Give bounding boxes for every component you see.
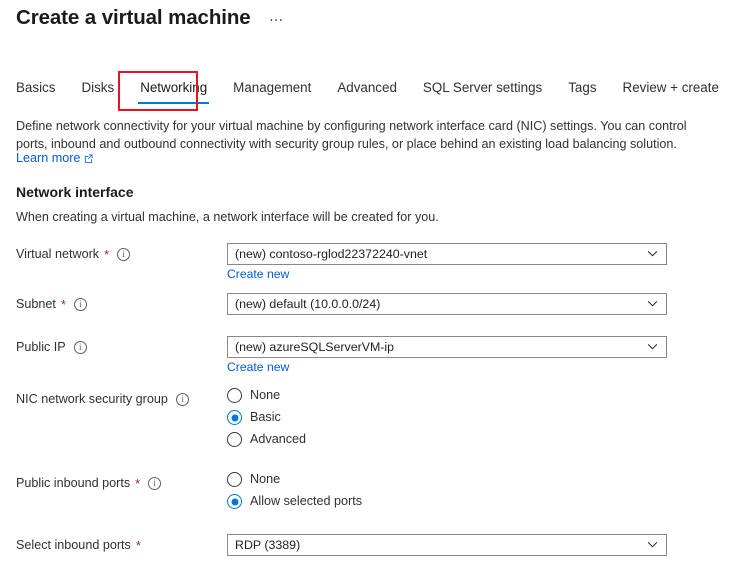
- required-asterisk: *: [135, 476, 141, 491]
- control-nic-network-security-group: None Basic Advanced: [227, 388, 669, 447]
- public-ip-dropdown[interactable]: (new) azureSQLServerVM-ip: [227, 336, 667, 358]
- control-subnet: (new) default (10.0.0.0/24): [227, 293, 669, 315]
- radio-button-selected-icon: [227, 494, 242, 509]
- tab-basics[interactable]: Basics: [16, 78, 68, 106]
- radio-button-selected-icon: [227, 410, 242, 425]
- control-virtual-network: (new) contoso-rglod22372240-vnet Create …: [227, 243, 669, 283]
- public-inbound-ports-label-text: Public inbound ports: [16, 476, 131, 490]
- control-select-inbound-ports: RDP (3389): [227, 534, 669, 556]
- nic-nsg-radio-group: None Basic Advanced: [227, 388, 669, 447]
- info-icon[interactable]: i: [175, 392, 189, 406]
- radio-label: None: [250, 388, 281, 402]
- row-public-inbound-ports: Public inbound ports * i None Allow sele…: [0, 472, 737, 534]
- section-subtitle: When creating a virtual machine, a netwo…: [16, 210, 439, 224]
- info-icon[interactable]: i: [148, 476, 162, 490]
- tab-bar: Basics Disks Networking Management Advan…: [16, 78, 732, 106]
- chevron-down-icon: [647, 542, 658, 549]
- label-public-ip: Public IP i: [0, 336, 227, 358]
- radio-label: Advanced: [250, 432, 307, 446]
- label-public-inbound-ports: Public inbound ports * i: [0, 472, 227, 494]
- external-link-icon: [84, 154, 93, 163]
- tab-review-create[interactable]: Review + create: [610, 78, 732, 106]
- control-public-ip: (new) azureSQLServerVM-ip Create new: [227, 336, 669, 376]
- select-inbound-ports-value: RDP (3389): [235, 538, 301, 552]
- radio-button-icon: [227, 472, 242, 487]
- public-ip-label-text: Public IP: [16, 340, 66, 354]
- nic-nsg-label-text: NIC network security group: [16, 392, 168, 406]
- required-asterisk: *: [104, 247, 110, 262]
- chevron-down-icon: [647, 301, 658, 308]
- control-public-inbound-ports: None Allow selected ports: [227, 472, 669, 509]
- intro-description: Define network connectivity for your vir…: [16, 119, 687, 151]
- section-title-network-interface: Network interface: [16, 184, 134, 200]
- radio-nic-nsg-basic[interactable]: Basic: [227, 410, 669, 425]
- required-asterisk: *: [60, 297, 66, 312]
- networking-form: Virtual network * i (new) contoso-rglod2…: [0, 243, 737, 574]
- tab-management[interactable]: Management: [220, 78, 324, 106]
- chevron-down-icon: [647, 344, 658, 351]
- virtual-network-create-new-link[interactable]: Create new: [227, 267, 289, 281]
- virtual-network-label-text: Virtual network: [16, 247, 100, 261]
- info-icon[interactable]: i: [73, 340, 87, 354]
- virtual-network-value: (new) contoso-rglod22372240-vnet: [235, 247, 428, 261]
- tab-advanced[interactable]: Advanced: [324, 78, 410, 106]
- chevron-down-icon: [647, 251, 658, 258]
- row-virtual-network: Virtual network * i (new) contoso-rglod2…: [0, 243, 737, 293]
- label-select-inbound-ports: Select inbound ports *: [0, 534, 227, 556]
- learn-more-link[interactable]: Learn more: [16, 151, 93, 165]
- public-ip-value: (new) azureSQLServerVM-ip: [235, 340, 395, 354]
- tab-disks[interactable]: Disks: [68, 78, 127, 106]
- select-inbound-ports-label-text: Select inbound ports: [16, 538, 131, 552]
- subnet-dropdown[interactable]: (new) default (10.0.0.0/24): [227, 293, 667, 315]
- row-subnet: Subnet * i (new) default (10.0.0.0/24): [0, 293, 737, 336]
- label-subnet: Subnet * i: [0, 293, 227, 315]
- select-inbound-ports-dropdown[interactable]: RDP (3389): [227, 534, 667, 556]
- info-icon[interactable]: i: [117, 247, 131, 261]
- virtual-network-dropdown[interactable]: (new) contoso-rglod22372240-vnet: [227, 243, 667, 265]
- public-inbound-ports-radio-group: None Allow selected ports: [227, 472, 669, 509]
- label-nic-network-security-group: NIC network security group i: [0, 388, 227, 410]
- row-nic-network-security-group: NIC network security group i None Basic: [0, 388, 737, 472]
- more-options-icon[interactable]: …: [267, 9, 287, 24]
- learn-more-label: Learn more: [16, 151, 81, 165]
- radio-public-inbound-allow-selected[interactable]: Allow selected ports: [227, 494, 669, 509]
- tab-networking[interactable]: Networking: [127, 78, 220, 106]
- radio-nic-nsg-advanced[interactable]: Advanced: [227, 432, 669, 447]
- tab-tags[interactable]: Tags: [555, 78, 609, 106]
- page-header: Create a virtual machine …: [16, 6, 287, 30]
- public-ip-create-new-link[interactable]: Create new: [227, 360, 289, 374]
- radio-label: None: [250, 472, 281, 486]
- radio-button-icon: [227, 388, 242, 403]
- radio-public-inbound-none[interactable]: None: [227, 472, 669, 487]
- subnet-value: (new) default (10.0.0.0/24): [235, 297, 381, 311]
- create-vm-page: Create a virtual machine … Basics Disks …: [0, 0, 737, 556]
- tab-sql-server-settings[interactable]: SQL Server settings: [410, 78, 555, 106]
- page-title: Create a virtual machine: [16, 6, 251, 29]
- info-icon[interactable]: i: [73, 297, 87, 311]
- row-select-inbound-ports: Select inbound ports * RDP (3389): [0, 534, 737, 574]
- radio-nic-nsg-none[interactable]: None: [227, 388, 669, 403]
- radio-label: Allow selected ports: [250, 494, 362, 508]
- subnet-label-text: Subnet: [16, 297, 56, 311]
- radio-label: Basic: [250, 410, 281, 424]
- row-public-ip: Public IP i (new) azureSQLServerVM-ip Cr…: [0, 336, 737, 388]
- label-virtual-network: Virtual network * i: [0, 243, 227, 265]
- required-asterisk: *: [135, 538, 141, 553]
- radio-button-icon: [227, 432, 242, 447]
